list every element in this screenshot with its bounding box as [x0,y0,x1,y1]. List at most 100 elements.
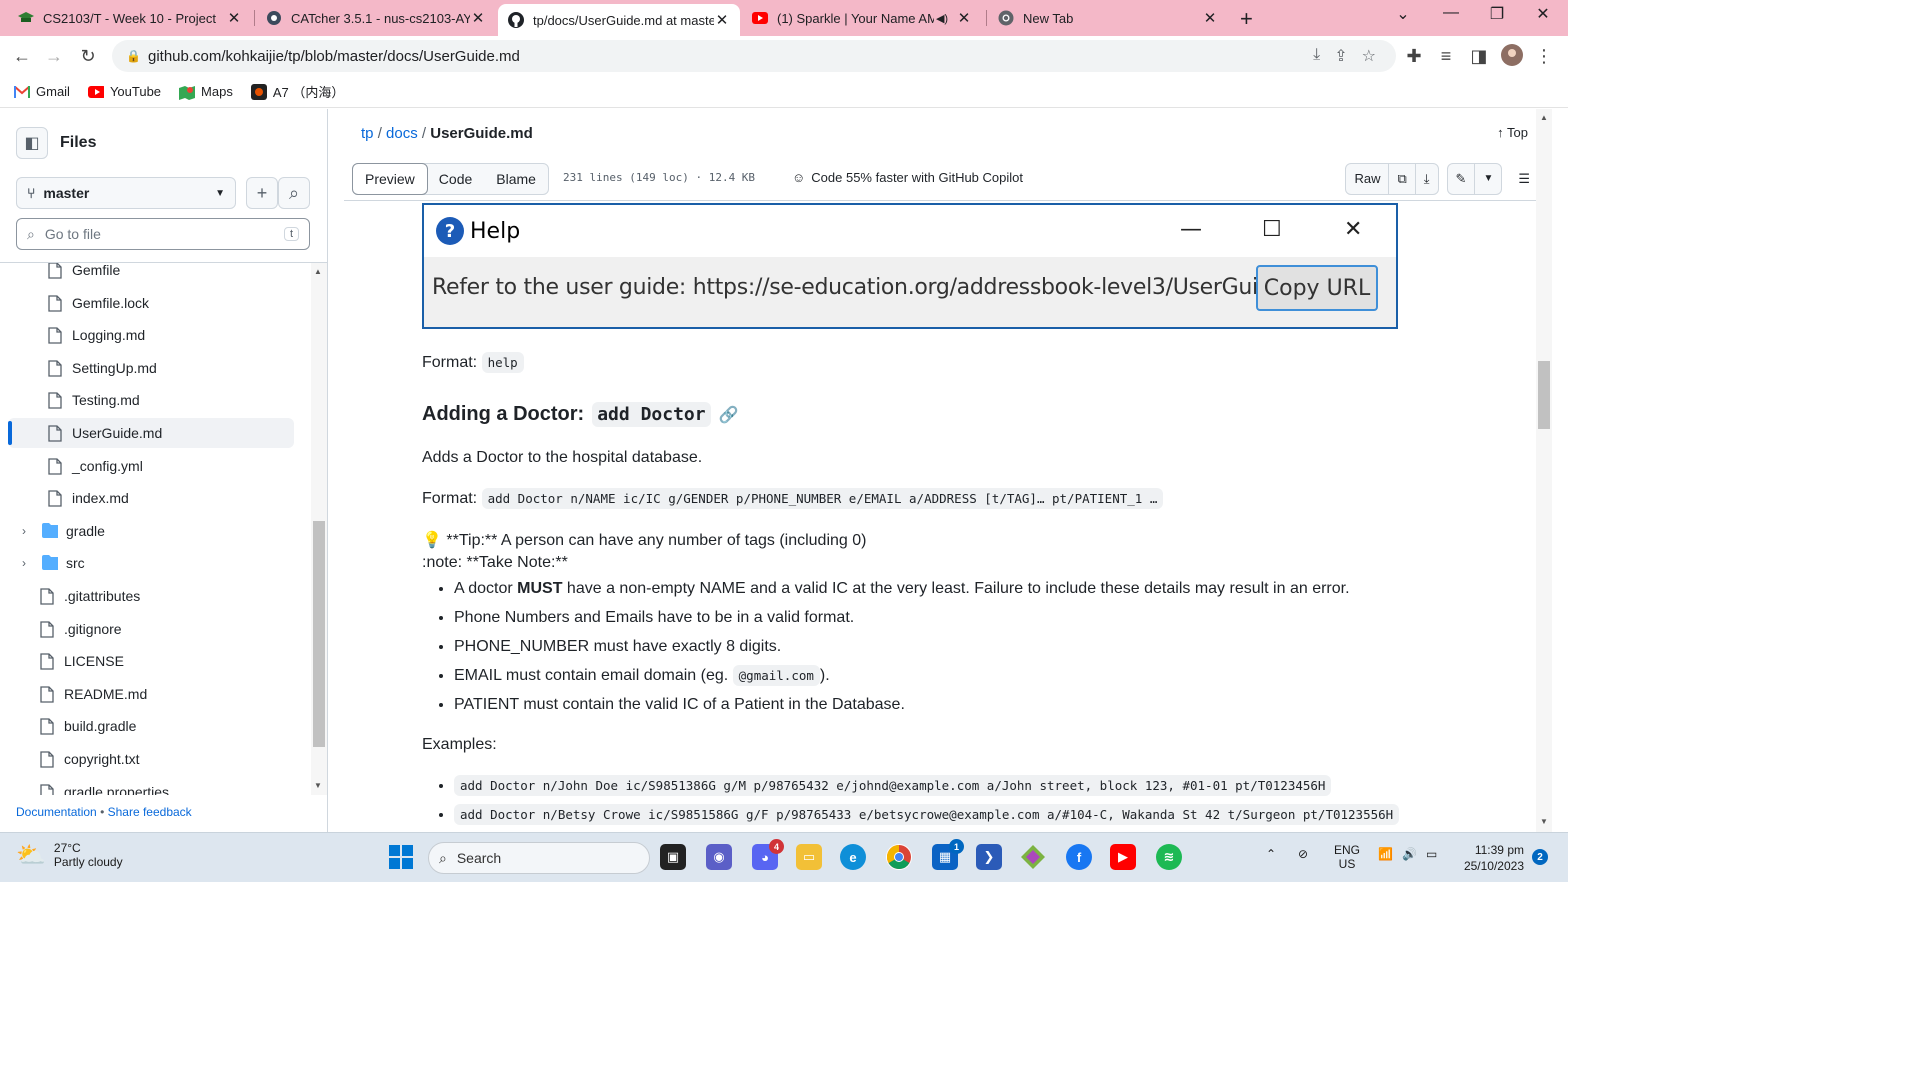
taskbar-search[interactable]: ⌕ Search [428,842,650,874]
address-bar[interactable]: 🔒 github.com/kohkaijie/tp/blob/master/do… [112,40,1396,72]
restore-button[interactable]: ❐ [1474,4,1520,24]
tree-item-userguide-md[interactable]: UserGuide.md [8,418,294,448]
chevron-right-icon[interactable]: › [16,556,32,570]
bookmark-youtube[interactable]: YouTube [87,84,161,100]
raw-button[interactable]: Raw [1346,164,1390,194]
file-explorer-icon[interactable]: ▭ [796,844,822,870]
app-icon[interactable] [1020,844,1046,870]
tree-item-gemfile-lock[interactable]: Gemfile.lock [8,288,294,318]
tab-blame[interactable]: Blame [484,164,548,194]
tree-item-license[interactable]: LICENSE [8,646,294,676]
add-file-button[interactable]: + [246,177,278,209]
share-feedback-link[interactable]: Share feedback [108,805,192,819]
tab-code[interactable]: Code [427,164,484,194]
tree-item-logging-md[interactable]: Logging.md [8,320,294,350]
tab-search-icon[interactable]: ⌄ [1380,4,1426,24]
tree-item-settingup-md[interactable]: SettingUp.md [8,353,294,383]
link-icon[interactable]: 🔗 [719,405,739,425]
search-icon[interactable]: ⌕ [278,177,310,209]
tab-preview[interactable]: Preview [352,163,428,195]
back-icon[interactable]: ← [10,44,34,68]
tree-item-config-yml[interactable]: _config.yml [8,451,294,481]
copilot-promo[interactable]: ☺ Code 55% faster with GitHub Copilot [792,170,1023,185]
share-icon[interactable]: ⇪ [1334,46,1347,66]
scroll-down-icon[interactable]: ▼ [1540,817,1548,826]
scroll-thumb[interactable] [313,521,325,747]
task-view-icon[interactable]: ▣ [660,844,686,870]
browser-tab-youtube[interactable]: (1) Sparkle | Your Name AMV ◀) ✕ [742,4,982,32]
volume-icon[interactable]: 🔊 [1402,847,1417,861]
store-icon[interactable]: ▦ 1 [932,839,964,870]
new-tab-button[interactable]: + [1240,6,1253,32]
close-icon[interactable]: ✕ [714,11,730,29]
close-icon[interactable]: ✕ [956,9,972,27]
browser-tab-catcher[interactable]: CATcher 3.5.1 - nus-cs2103-AY23 ✕ [256,4,496,32]
powershell-icon[interactable]: ❯ [976,844,1002,870]
sidebar-scrollbar[interactable]: ▲ ▼ [311,263,327,795]
chevron-right-icon[interactable]: › [16,524,32,538]
spotify-icon[interactable]: ≋ [1156,844,1182,870]
weather-widget[interactable]: ⛅ 27°C Partly cloudy [16,841,123,870]
documentation-link[interactable]: Documentation [16,805,97,819]
bookmark-maps[interactable]: Maps [179,84,233,100]
youtube-icon[interactable]: ▶ [1110,844,1136,870]
wifi-icon[interactable]: 📶 [1378,847,1393,861]
close-window-button[interactable]: ✕ [1520,4,1566,24]
tree-item-gitattributes[interactable]: .gitattributes [8,581,294,611]
tree-item-build-gradle[interactable]: build.gradle [8,711,294,741]
scroll-thumb[interactable] [1538,361,1550,429]
tree-item-copyright-txt[interactable]: copyright.txt [8,744,294,774]
close-icon[interactable]: ✕ [470,9,486,27]
close-icon[interactable]: ✕ [226,9,242,27]
close-icon[interactable]: ✕ [1202,9,1218,27]
tree-item-gradle-properties[interactable]: gradle.properties [8,777,294,795]
outline-icon[interactable]: ☰ [1510,163,1538,195]
reload-icon[interactable]: ↻ [76,44,100,68]
chevron-up-icon[interactable]: ⌃ [1266,847,1276,861]
breadcrumb-dir[interactable]: docs [386,125,418,142]
browser-tab-cs2103[interactable]: CS2103/T - Week 10 - Project ✕ [8,4,252,32]
bookmark-gmail[interactable]: Gmail [14,84,70,100]
go-to-file-input[interactable]: ⌕ Go to file t [16,218,310,250]
breadcrumb-repo[interactable]: tp [361,125,374,142]
download-icon[interactable]: ⤓ [1416,164,1438,194]
copy-icon[interactable]: ⧉ [1389,164,1416,194]
extensions-icon[interactable]: ✚ [1402,44,1426,68]
tree-item-testing-md[interactable]: Testing.md [8,385,294,415]
scroll-up-icon[interactable]: ▲ [1540,113,1548,122]
tree-item-index-md[interactable]: index.md [8,483,294,513]
language-indicator[interactable]: ENG US [1334,843,1360,871]
avatar[interactable] [1500,44,1524,68]
minimize-button[interactable]: — [1428,4,1474,22]
collapse-sidebar-icon[interactable]: ◧ [16,127,48,159]
battery-icon[interactable]: ▭ [1426,847,1437,861]
start-icon[interactable] [388,844,414,870]
scroll-down-icon[interactable]: ▼ [314,781,322,790]
bookmark-a7[interactable]: A7 （内海） [250,82,344,101]
forward-icon[interactable]: → [42,44,66,68]
facebook-icon[interactable]: f [1066,844,1092,870]
tree-item-gradle[interactable]: › gradle [8,516,294,546]
menu-icon[interactable]: ⋮ [1532,44,1556,68]
speaker-icon[interactable]: ◀) [934,12,950,25]
tree-item-readme-md[interactable]: README.md [8,679,294,709]
star-icon[interactable]: ☆ [1362,46,1376,66]
caret-down-icon[interactable]: ▼ [1475,164,1501,194]
side-panel-icon[interactable]: ◨ [1467,44,1491,68]
discord-icon[interactable]: ◕ 4 [752,839,784,870]
tree-item-gemfile[interactable]: Gemfile [8,263,294,285]
tree-item-src[interactable]: › src [8,548,294,578]
scroll-up-icon[interactable]: ▲ [314,267,322,276]
browser-tab-newtab[interactable]: New Tab ✕ [988,4,1228,32]
install-icon[interactable]: ⤓ [1313,46,1320,66]
notification-count[interactable]: 2 [1532,849,1548,865]
teams-icon[interactable]: ◉ [706,844,732,870]
top-link[interactable]: ↑ Top [1497,125,1528,140]
chrome-icon[interactable] [886,844,912,870]
edge-icon[interactable]: e [840,844,866,870]
network-error-icon[interactable]: ⊘ [1298,847,1308,861]
pencil-icon[interactable]: ✎ [1448,164,1476,194]
tree-item-gitignore[interactable]: .gitignore [8,614,294,644]
branch-selector[interactable]: ⑂ master ▼ [16,177,236,209]
media-icon[interactable]: ≡ [1434,44,1458,68]
